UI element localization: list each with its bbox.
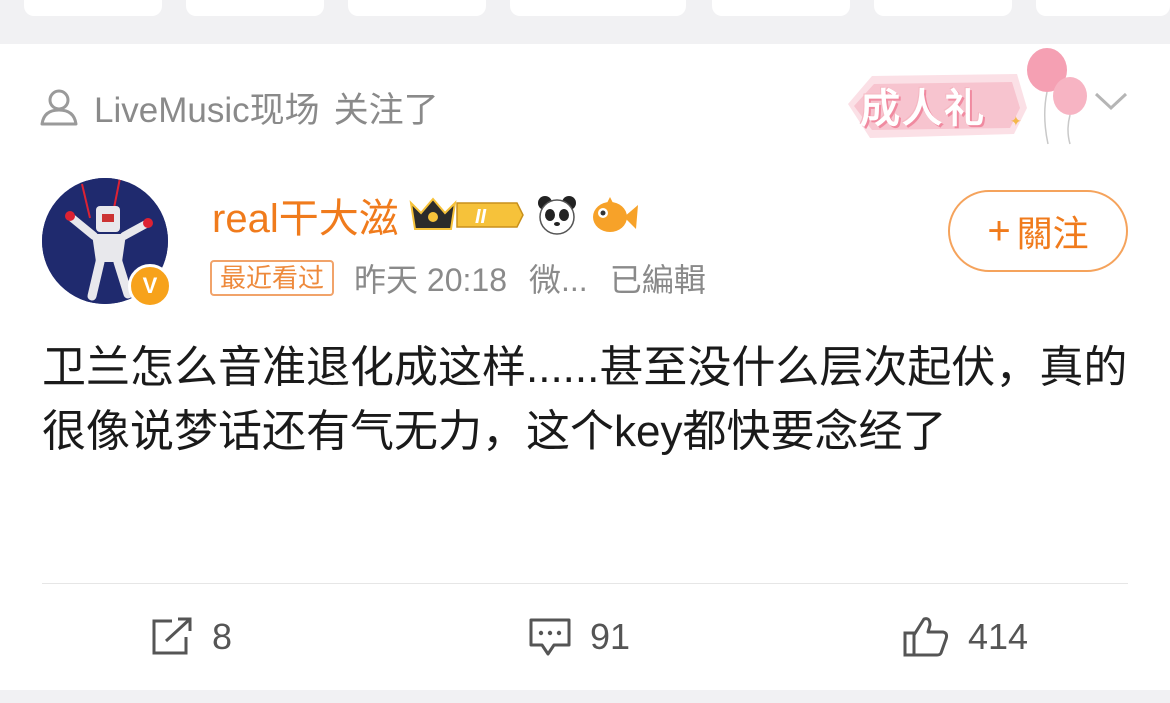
edited-label[interactable]: 已編輯 [610,255,706,301]
verified-badge: V [128,264,172,308]
repost-button[interactable]: 8 [150,612,232,662]
author-name[interactable]: real干大滋 [212,186,399,244]
divider [42,583,1128,584]
thumb-up-icon [903,617,949,657]
like-button[interactable]: 414 [902,612,1028,662]
tab-pill[interactable] [712,0,850,16]
post-content[interactable]: 卫兰怎么音准退化成这样......甚至没什么层次起伏，真的很像说梦话还有气无力，… [42,336,1132,464]
author-row: real干大滋 II [212,190,646,241]
recent-viewed-tag: 最近看过 [210,260,335,296]
tab-pill[interactable] [348,0,486,16]
bottom-border [0,690,1170,703]
event-badge-label: 成人礼 [860,86,986,132]
comment-icon [529,618,571,656]
level-label: II [475,206,487,228]
follow-button-label: 關注 [1016,213,1089,254]
plus-icon: + [987,209,1011,253]
comment-button[interactable]: 91 [528,612,630,662]
follow-button[interactable]: + 關注 [948,190,1128,272]
crown-icon[interactable]: II [409,193,525,237]
follow-source-row: LiveMusic现场 关注了 [38,84,439,130]
follow-source-action: 关注了 [333,90,439,130]
post-time: 昨天 20:18 [354,262,507,298]
top-tab-strip [0,0,1170,44]
tab-pill[interactable] [510,0,686,16]
tab-pill[interactable] [874,0,1012,16]
comment-count: 91 [590,616,631,657]
tab-pill[interactable] [1036,0,1170,16]
panda-icon[interactable] [535,193,579,237]
fish-icon[interactable] [590,193,640,237]
chevron-down-icon[interactable] [1092,86,1130,116]
post-source[interactable]: 微... [529,255,588,301]
follow-source-name[interactable]: LiveMusic现场 [94,91,320,130]
event-badge[interactable]: ✦ 成人礼 [842,46,1092,146]
tab-pill[interactable] [186,0,324,16]
person-outline-icon [40,89,78,126]
tab-pill[interactable] [24,0,162,16]
repost-count: 8 [212,616,233,657]
post-meta-row: 最近看过 昨天 20:18 微... 已編輯 [210,258,706,298]
like-count: 414 [968,616,1029,657]
repost-icon [152,617,192,655]
svg-text:✦: ✦ [1010,113,1022,129]
